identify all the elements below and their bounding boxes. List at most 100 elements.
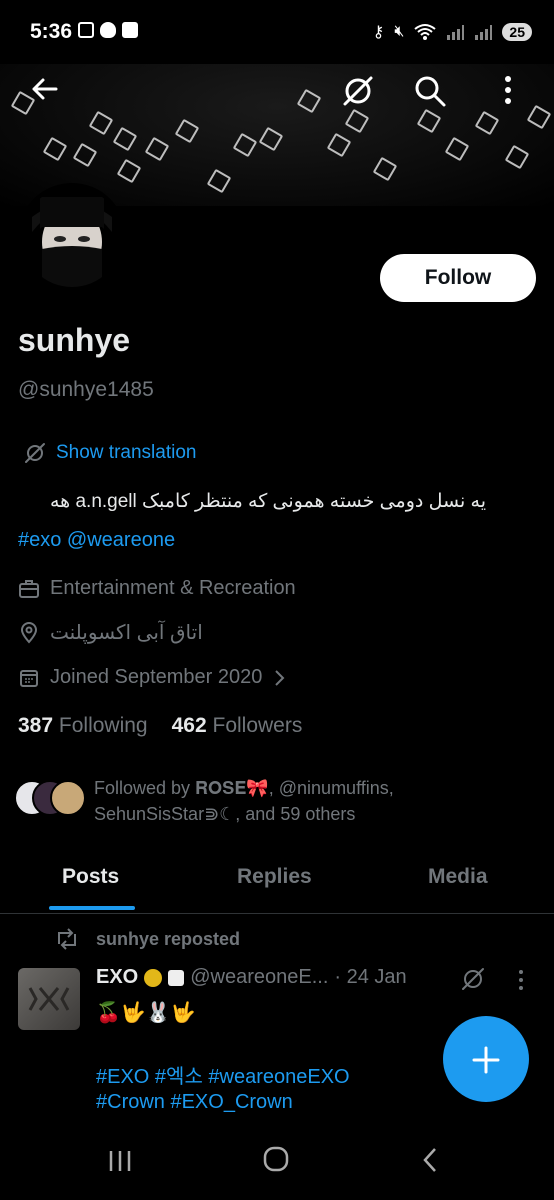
avatar-photo [22,187,122,287]
follow-counts: 387 Following 462 Followers [18,714,302,738]
profile-avatar[interactable] [18,183,126,291]
lightstick-icon [258,126,284,152]
following-count-link[interactable]: 387 Following [18,714,148,738]
more-options-button[interactable] [488,74,528,114]
profile-bio-links[interactable]: #exo @weareone [18,529,175,552]
post-date: · 24 Jan [334,966,407,988]
post-author-handle: @weareoneE... [190,966,329,988]
lightstick-icon [526,104,552,130]
post-author-name[interactable]: EXO [96,966,138,989]
home-circle-icon [263,1146,289,1172]
post-more-button[interactable] [516,968,526,997]
arrow-left-icon [32,78,58,100]
shield-icon [100,22,116,38]
system-back-button[interactable] [400,1144,460,1184]
back-button[interactable] [24,74,64,114]
following-label: Following [58,714,148,737]
grok-icon [462,968,484,990]
followers-count-link[interactable]: 462 Followers [172,714,303,738]
lightstick-icon [72,142,98,168]
tab-posts[interactable]: Posts [62,865,119,889]
lightstick-icon [42,136,68,162]
battery-level: 25 [502,23,532,41]
compose-post-button[interactable] [443,1016,529,1102]
lightstick-icon [116,158,142,184]
more-vertical-icon [505,76,511,104]
post-hashtags[interactable]: #Crown #EXO_Crown [96,1091,293,1114]
recents-icon [109,1151,131,1171]
briefcase-icon [19,579,39,598]
grok-icon [25,443,45,463]
lightstick-icon [444,136,470,162]
post-text: 🍒🤟🐰🤟 [96,1002,196,1024]
lightstick-icon [504,144,530,170]
lightstick-icon [174,118,200,144]
lightstick-icon [326,132,352,158]
affiliate-badge-icon [168,969,185,986]
follow-button[interactable]: Follow [380,254,536,302]
followers-label: Followers [212,714,303,737]
repost-icon [58,928,76,950]
status-bar: 5:36 ⚷ 🔇︎ 25 [0,0,554,64]
post-header: EXO @weareoneE... · 24 Jan [96,966,407,989]
calendar-icon [20,669,38,687]
verified-badge-icon [144,968,163,987]
search-icon [415,76,446,107]
wifi-icon [414,24,437,40]
lightstick-icon [372,156,398,182]
repost-label: sunhye reposted [96,928,241,949]
profile-location: اتاق آبی اکسوپلنت [18,620,203,645]
followed-by-text[interactable]: Followed by 𝐑𝐎𝐒𝐄🎀, @ninumuffins, SehunSi… [94,775,394,827]
system-navigation-bar [0,1128,554,1200]
location-label: اتاق آبی اکسوپلنت [50,622,203,644]
follower-avatar [50,780,86,816]
status-notification-icons [78,22,138,38]
tab-replies[interactable]: Replies [237,865,312,889]
profile-handle: @sunhye1485 [18,378,154,401]
following-count: 387 [18,714,54,737]
lightstick-icon [206,168,232,194]
status-time: 5:36 [30,20,73,43]
profile-joined[interactable]: Joined September 2020 [18,666,286,689]
lightstick-icon [112,126,138,152]
more-vertical-icon [519,970,523,990]
signal-icon [447,25,465,40]
checkbox-icon [122,22,138,38]
profile-category: Entertainment & Recreation [18,577,296,600]
repost-indicator: sunhye reposted [54,928,240,950]
show-translation-link[interactable]: Show translation [24,442,196,464]
plus-icon [472,1046,500,1074]
mute-icon: 🔇︎ [394,23,405,40]
lightstick-icon [144,136,170,162]
exo-logo-icon [28,987,70,1011]
active-tab-indicator [49,906,135,910]
lightstick-icon [296,88,322,114]
tab-media[interactable]: Media [428,865,488,889]
grok-post-button[interactable] [460,966,486,997]
followers-count: 462 [171,714,207,737]
grok-icon [343,76,373,106]
profile-name: sunhye [18,322,131,358]
post-author-avatar[interactable] [18,968,80,1030]
joined-label: Joined September 2020 [50,666,263,688]
category-label: Entertainment & Recreation [50,577,296,599]
grok-button[interactable] [338,74,378,114]
screenshot-icon [78,22,94,38]
profile-bio: یه نسل دومی خسته همونی که منتظر کامبک a.… [49,491,486,512]
show-translation-label: Show translation [56,442,197,463]
recent-apps-button[interactable] [90,1144,150,1184]
signal-icon-2 [475,25,493,40]
chevron-right-icon [275,669,285,686]
key-icon: ⚷ [372,24,385,41]
status-system-icons: ⚷ 🔇︎ 25 [373,22,532,42]
lightstick-icon [88,110,114,136]
home-button[interactable] [246,1144,306,1184]
followed-by-line2: SehunSisStar⋑☾, and 59 others [94,804,356,824]
location-pin-icon [20,621,38,644]
lightstick-icon [232,132,258,158]
lightstick-icon [474,110,500,136]
post-hashtags[interactable]: #EXO #엑소 #weareoneEXO [96,1060,350,1089]
chevron-left-icon [423,1148,436,1172]
search-button[interactable] [410,74,450,114]
followed-by-line1: Followed by 𝐑𝐎𝐒𝐄🎀, @ninumuffins, [94,778,394,798]
